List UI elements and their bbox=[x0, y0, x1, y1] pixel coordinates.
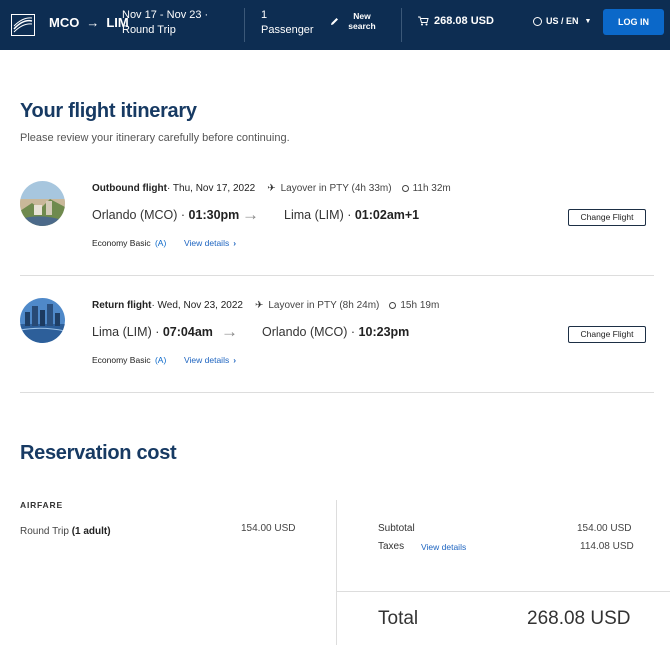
language-label: US / EN bbox=[546, 16, 579, 26]
destination-photo-orlando bbox=[20, 298, 65, 343]
divider bbox=[20, 392, 654, 393]
departure-info: Orlando (MCO) · 01:30pm bbox=[92, 208, 239, 222]
airfare-heading: AIRFARE bbox=[20, 500, 63, 510]
duration-text: 15h 19m bbox=[400, 300, 440, 311]
layover-text: Layover in PTY (8h 24m) bbox=[268, 300, 380, 311]
arrow-right-icon: → bbox=[242, 205, 259, 224]
fare-name: Economy Basic bbox=[92, 238, 151, 248]
view-details-link[interactable]: View details › bbox=[184, 355, 236, 365]
plane-icon: ✈ bbox=[267, 183, 276, 194]
fare-class: Economy Basic (A) bbox=[92, 355, 166, 365]
arrival-info: Orlando (MCO) · 10:23pm bbox=[262, 325, 409, 339]
arrival-time: 10:23pm bbox=[358, 325, 410, 339]
outbound-flight-header: Outbound flight · Thu, Nov 17, 2022 ✈ La… bbox=[92, 183, 451, 194]
flight-date: · Wed, Nov 23, 2022 bbox=[151, 300, 243, 311]
clock-icon bbox=[401, 185, 409, 192]
duration-info: 15h 19m bbox=[389, 300, 439, 311]
arrow-right-icon: → bbox=[221, 322, 238, 341]
chevron-down-icon: ▼ bbox=[584, 17, 592, 25]
page-subtitle: Please review your itinerary carefully b… bbox=[20, 132, 290, 144]
taxes-view-details-link[interactable]: View details bbox=[421, 542, 466, 552]
round-trip-text: Round Trip bbox=[20, 526, 72, 537]
total-divider bbox=[337, 591, 670, 592]
cost-column-divider bbox=[336, 500, 337, 645]
fare-code: (A) bbox=[154, 355, 167, 365]
origin-code: MCO bbox=[49, 15, 80, 30]
new-search-label: New search bbox=[348, 11, 376, 31]
flight-direction-label: Return flight bbox=[92, 300, 152, 311]
duration-text: 11h 32m bbox=[412, 183, 451, 194]
flight-direction-label: Outbound flight bbox=[92, 183, 167, 194]
arrival-city: Orlando (MCO) · bbox=[262, 325, 359, 339]
departure-city: Orlando (MCO) · bbox=[92, 208, 189, 222]
cart-total-amount: 268.08 USD bbox=[434, 15, 494, 27]
fare-class: Economy Basic (A) bbox=[92, 238, 166, 248]
globe-icon bbox=[533, 16, 542, 26]
pencil-icon bbox=[331, 17, 338, 25]
page-title: Your flight itinerary bbox=[20, 100, 197, 122]
top-bar: MCO → LIM Nov 17 - Nov 23 · Round Trip 1… bbox=[0, 0, 670, 50]
return-flight-header: Return flight · Wed, Nov 23, 2022 ✈ Layo… bbox=[92, 300, 439, 311]
chevron-right-icon: › bbox=[233, 355, 237, 365]
taxes-amount: 114.08 USD bbox=[580, 541, 634, 552]
header-divider bbox=[244, 8, 245, 42]
subtotal-amount: 154.00 USD bbox=[577, 523, 632, 534]
total-amount: 268.08 USD bbox=[527, 608, 631, 629]
cart-icon bbox=[418, 16, 429, 26]
layover-info: ✈ Layover in PTY (8h 24m) bbox=[255, 300, 379, 311]
passenger-type: (1 adult) bbox=[71, 526, 111, 537]
plane-icon: ✈ bbox=[254, 300, 264, 311]
fare-code: (A) bbox=[154, 238, 167, 248]
arrival-info: Lima (LIM) · 01:02am+1 bbox=[284, 208, 419, 222]
language-selector[interactable]: US / EN ▼ bbox=[533, 16, 591, 26]
departure-info: Lima (LIM) · 07:04am bbox=[92, 325, 213, 339]
total-label: Total bbox=[378, 608, 419, 629]
flight-date: · Thu, Nov 17, 2022 bbox=[166, 183, 256, 194]
route-arrow-icon: → bbox=[86, 15, 100, 30]
change-flight-button[interactable]: Change Flight bbox=[568, 326, 646, 343]
divider bbox=[20, 275, 654, 276]
departure-city: Lima (LIM) · bbox=[92, 325, 163, 339]
view-details-label: View details bbox=[184, 238, 230, 248]
layover-text: Layover in PTY (4h 33m) bbox=[280, 183, 392, 194]
cart-total[interactable]: 268.08 USD bbox=[418, 15, 494, 27]
round-trip-label: Round Trip (1 adult) bbox=[20, 526, 111, 537]
route-summary: MCO → LIM bbox=[49, 15, 129, 30]
taxes-label: Taxes bbox=[378, 541, 405, 552]
arrival-time: 01:02am+1 bbox=[354, 208, 420, 222]
trip-dates: Nov 17 - Nov 23 · Round Trip bbox=[122, 9, 209, 36]
round-trip-amount: 154.00 USD bbox=[241, 523, 296, 534]
passenger-count: 1 Passenger bbox=[261, 9, 314, 36]
new-search-button[interactable]: New search bbox=[330, 11, 379, 31]
airline-logo[interactable] bbox=[11, 14, 35, 36]
subtotal-label: Subtotal bbox=[378, 523, 415, 534]
login-button[interactable]: LOG IN bbox=[603, 9, 664, 35]
header-divider bbox=[401, 8, 402, 42]
chevron-right-icon: › bbox=[233, 238, 237, 248]
destination-photo-lima bbox=[20, 181, 65, 226]
departure-time: 07:04am bbox=[162, 325, 213, 339]
clock-icon bbox=[389, 302, 397, 309]
change-flight-button[interactable]: Change Flight bbox=[568, 209, 646, 226]
view-details-link[interactable]: View details › bbox=[184, 238, 236, 248]
fare-name: Economy Basic bbox=[92, 355, 151, 365]
arrival-city: Lima (LIM) · bbox=[284, 208, 355, 222]
reservation-cost-title: Reservation cost bbox=[20, 442, 177, 464]
view-details-label: View details bbox=[184, 355, 230, 365]
layover-info: ✈ Layover in PTY (4h 33m) bbox=[267, 183, 391, 194]
departure-time: 01:30pm bbox=[188, 208, 240, 222]
duration-info: 11h 32m bbox=[401, 183, 451, 194]
